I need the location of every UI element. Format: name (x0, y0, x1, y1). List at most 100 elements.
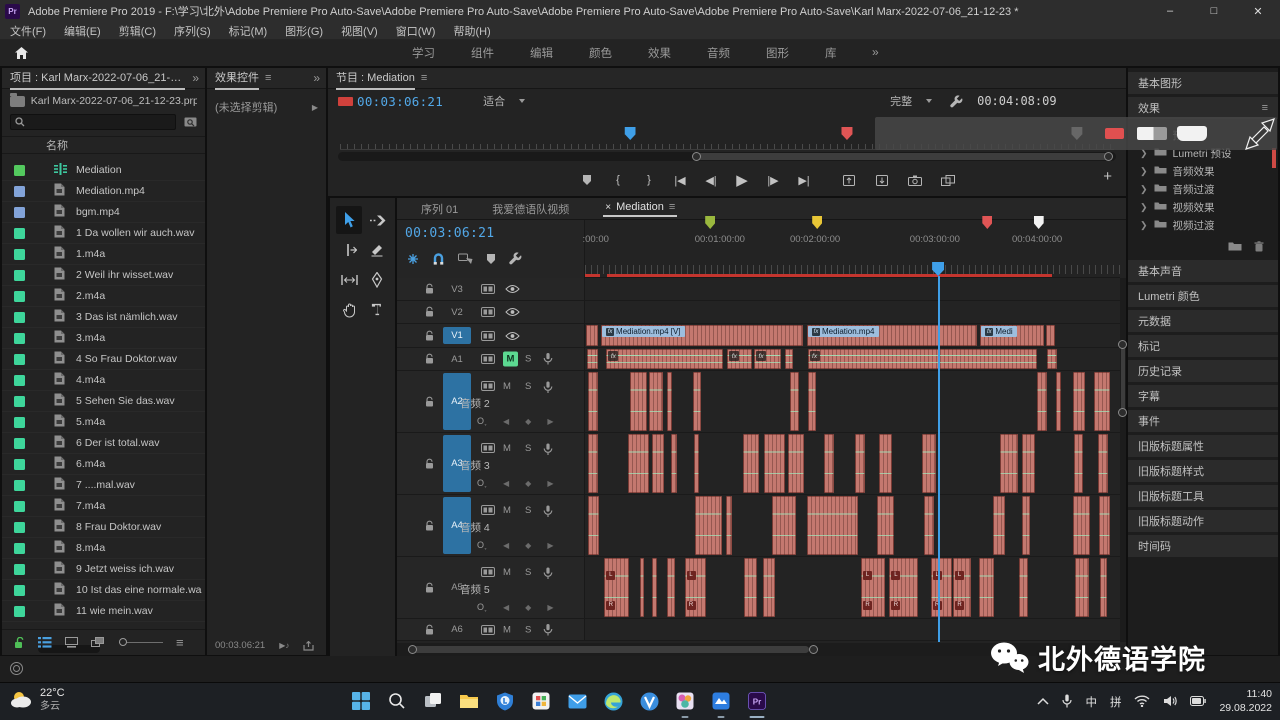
toggle-track-output-icon[interactable] (505, 331, 520, 340)
keyframe-nav-icon[interactable]: ◆ (525, 417, 531, 426)
track-lock-icon[interactable] (425, 396, 434, 407)
taskbar-app-task-view[interactable] (418, 686, 448, 716)
settings-wrench-icon[interactable] (950, 95, 963, 108)
project-item-2[interactable]: bgm.mp4 (2, 202, 205, 223)
menu-item-5[interactable]: 图形(G) (285, 23, 323, 39)
fit-dropdown[interactable]: 适合 (483, 93, 525, 109)
track-lane-V3[interactable] (585, 278, 1120, 300)
track-target-icon[interactable] (481, 284, 495, 294)
track-target-icon[interactable] (481, 567, 495, 577)
audio-clip-3[interactable] (671, 434, 677, 493)
transport-go-in-button[interactable]: |◀ (669, 174, 691, 187)
tab-program-monitor[interactable]: 节目 : Mediation (336, 67, 415, 90)
project-menu-icon[interactable]: ≡ (176, 635, 184, 650)
voiceover-mic-icon[interactable] (543, 443, 553, 456)
track-lane-A2[interactable] (585, 371, 1120, 432)
audio-clip-9[interactable] (855, 434, 865, 493)
workspace-tab-0[interactable]: 学习 (412, 45, 435, 61)
keyframe-controls-A4[interactable]: O˯◀◆▶ (477, 540, 553, 550)
panel-header-collapsed-4[interactable]: 历史记录 (1128, 360, 1278, 382)
audio-clip-0[interactable] (588, 372, 599, 431)
menu-item-0[interactable]: 文件(F) (10, 23, 46, 39)
sequence-marker-3[interactable] (1034, 216, 1044, 229)
keyframe-nav-icon[interactable]: ▶ (547, 417, 553, 426)
audio-clip-10[interactable]: LR (953, 558, 971, 617)
keyframe-toggle-icon[interactable]: O˯ (477, 416, 487, 426)
label-color-chip[interactable] (14, 291, 25, 302)
workspace-tab-1[interactable]: 组件 (471, 45, 494, 61)
transport-export-frame-button[interactable] (904, 175, 926, 186)
hand-tool[interactable] (336, 296, 362, 324)
project-item-20[interactable]: 10 Ist das eine normale.wa (2, 580, 205, 601)
tray-wifi[interactable] (1134, 695, 1150, 710)
timeline-tab-1[interactable]: 我爱德语队视频 (492, 201, 569, 217)
weather-widget[interactable]: 22°C 多云 (10, 687, 65, 713)
label-color-chip[interactable] (14, 543, 25, 554)
project-item-8[interactable]: 3.m4a (2, 328, 205, 349)
taskbar-clock[interactable]: 11:40 29.08.2022 (1219, 688, 1272, 715)
workspace-overflow-icon[interactable]: » (872, 45, 879, 59)
audio-clip-0[interactable] (587, 349, 598, 369)
track-target-icon[interactable] (481, 443, 495, 453)
tab-project[interactable]: 项目 : Karl Marx-2022-07-06_21-12-23 (10, 67, 185, 90)
transport-compare-button[interactable] (937, 175, 959, 186)
voiceover-mic-icon[interactable] (543, 353, 553, 366)
tray-volume[interactable] (1163, 695, 1177, 710)
audio-clip-2[interactable] (726, 496, 732, 555)
menu-item-4[interactable]: 标记(M) (229, 23, 268, 39)
home-icon[interactable] (8, 43, 34, 63)
search-bin-icon[interactable] (184, 116, 197, 128)
transport-out-button[interactable]: } (638, 174, 660, 186)
panel-header-collapsed-11[interactable]: 时间码 (1128, 535, 1278, 557)
audio-clip-3[interactable] (772, 496, 796, 555)
transport-in-button[interactable]: { (607, 174, 629, 186)
freeform-view-icon[interactable] (91, 637, 106, 648)
project-writable-icon[interactable] (14, 637, 25, 649)
label-color-chip[interactable] (14, 480, 25, 491)
track-lock-icon[interactable] (425, 624, 434, 635)
chevron-right-icon[interactable]: ❯ (1140, 166, 1148, 177)
label-color-chip[interactable] (14, 354, 25, 365)
workspace-tab-7[interactable]: 库 (825, 45, 837, 61)
workspace-tab-4[interactable]: 效果 (648, 45, 671, 61)
voiceover-mic-icon[interactable] (543, 567, 553, 580)
keyframe-nav-icon[interactable]: ◆ (525, 603, 531, 612)
project-item-17[interactable]: 8 Frau Doktor.wav (2, 517, 205, 538)
scroll-handle[interactable] (692, 152, 701, 161)
mute-button-A3[interactable]: M (503, 443, 511, 454)
audio-clip-0[interactable] (588, 434, 598, 493)
panel-menu-icon[interactable]: ≡ (421, 72, 427, 84)
timeline-ruler[interactable]: :00:0000:01:00:0000:02:00:0000:03:00:000… (585, 220, 1120, 278)
add-marker-icon[interactable] (486, 253, 496, 268)
project-item-12[interactable]: 5.m4a (2, 412, 205, 433)
monitor-marker-1[interactable] (841, 127, 852, 140)
keyframe-nav-icon[interactable]: ▶ (547, 603, 553, 612)
timeline-tab-0[interactable]: 序列 01 (421, 201, 458, 217)
project-item-5[interactable]: 2 Weil ihr wisset.wav (2, 265, 205, 286)
audio-clip-7[interactable] (788, 434, 804, 493)
project-item-6[interactable]: 2.m4a (2, 286, 205, 307)
track-target-icon[interactable] (481, 307, 495, 317)
audio-clip-9[interactable]: LR (931, 558, 952, 617)
taskbar-app-explorer[interactable] (454, 686, 484, 716)
audio-clip-3[interactable]: fx (754, 349, 781, 369)
mute-button-A1[interactable]: M (503, 352, 518, 367)
transport-lift-button[interactable] (838, 175, 860, 186)
project-item-16[interactable]: 7.m4a (2, 496, 205, 517)
project-item-9[interactable]: 4 So Frau Doktor.wav (2, 349, 205, 370)
project-file-row[interactable]: Karl Marx-2022-07-06_21-12-23.prproj (2, 89, 205, 111)
workspace-tab-6[interactable]: 图形 (766, 45, 789, 61)
audio-clip-8[interactable] (1056, 372, 1061, 431)
program-timecode[interactable]: 00:03:06:21 (357, 94, 443, 109)
toggle-track-output-icon[interactable] (505, 308, 520, 317)
project-item-4[interactable]: 1.m4a (2, 244, 205, 265)
project-item-3[interactable]: 1 Da wollen wir auch.wav (2, 223, 205, 244)
effects-bin-3[interactable]: ❯音频过渡 (1128, 180, 1278, 198)
source-patch-A1[interactable]: A1 (443, 351, 471, 367)
timeline-scroll-thumb[interactable] (408, 646, 809, 653)
source-patch-V1[interactable]: V1 (443, 327, 471, 344)
menu-item-7[interactable]: 窗口(W) (396, 23, 436, 39)
program-scrollbar[interactable] (338, 152, 1116, 161)
audio-clip-6[interactable] (763, 558, 776, 617)
audio-clip-4[interactable]: LR (685, 558, 706, 617)
